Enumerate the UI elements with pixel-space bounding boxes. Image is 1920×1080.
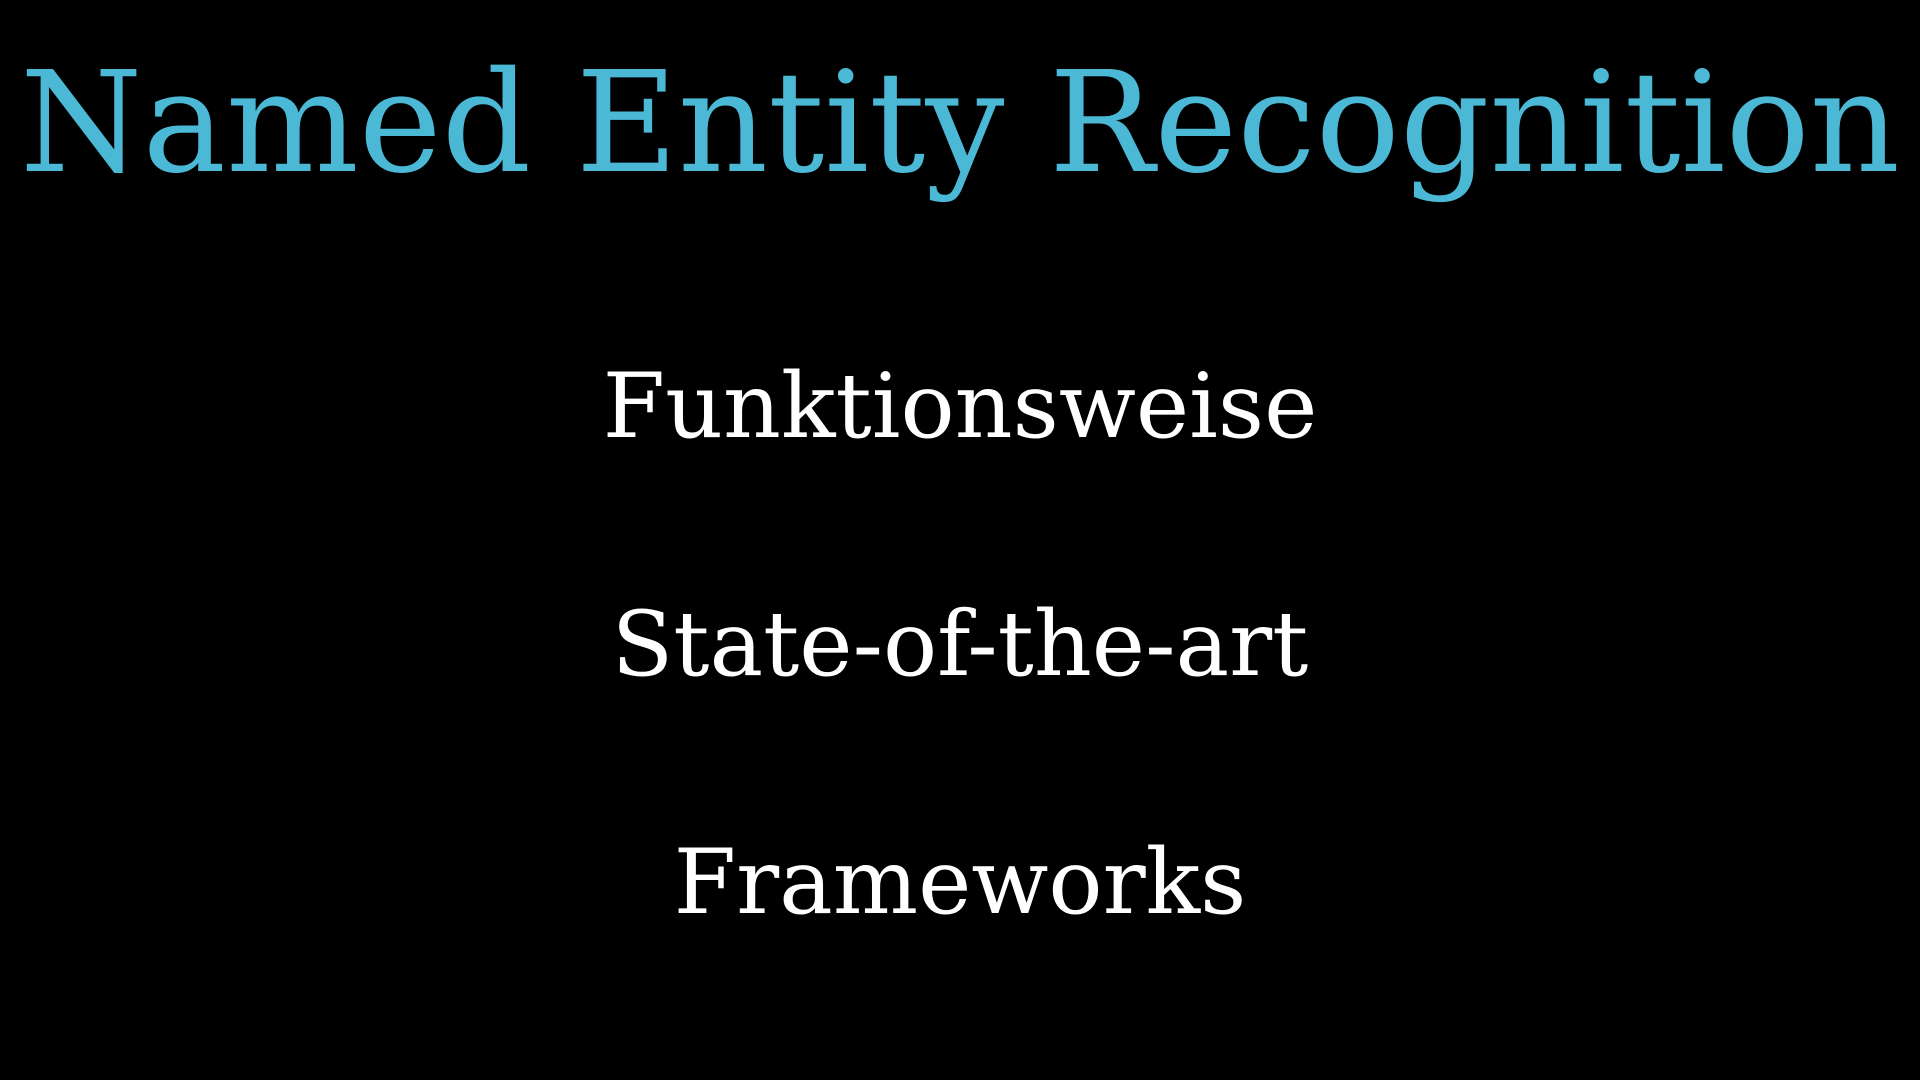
slide-item-list: Funktionsweise State-of-the-art Framewor… xyxy=(0,0,1920,1080)
presentation-slide: Named Entity Recognition Funktionsweise … xyxy=(0,0,1920,1080)
slide-item-frameworks: Frameworks xyxy=(673,830,1247,935)
slide-item-state-of-the-art: State-of-the-art xyxy=(611,592,1309,697)
slide-item-funktionsweise: Funktionsweise xyxy=(602,354,1318,459)
